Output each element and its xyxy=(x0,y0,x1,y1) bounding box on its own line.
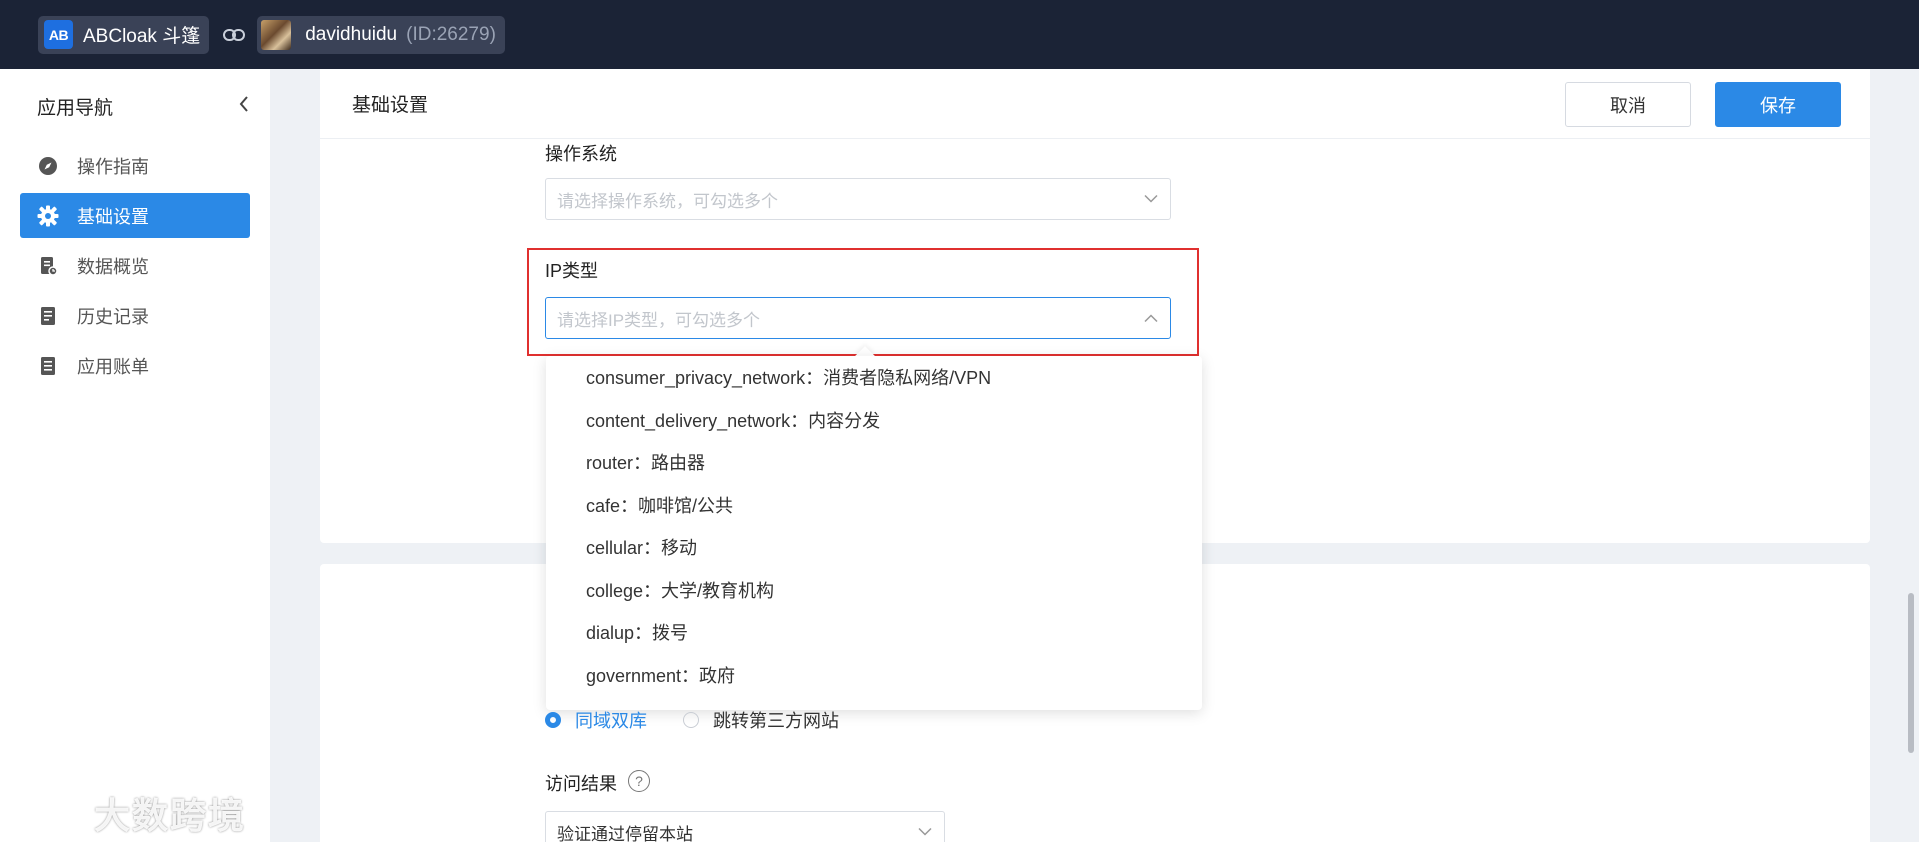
ip-type-dropdown: consumer_privacy_network：消费者隐私网络/VPN con… xyxy=(546,356,1202,710)
sidebar-item-bill[interactable]: 应用账单 xyxy=(20,343,250,388)
collapse-chevron-icon[interactable] xyxy=(238,95,250,118)
compass-icon xyxy=(37,155,59,177)
access-result-value: 验证通过停留本站 xyxy=(557,824,693,842)
sidebar-item-label: 历史记录 xyxy=(77,306,149,327)
ip-type-placeholder: 请选择IP类型，可勾选多个 xyxy=(557,310,761,330)
dropdown-option[interactable]: consumer_privacy_network：消费者隐私网络/VPN xyxy=(546,356,1202,399)
sidebar-header: 应用导航 xyxy=(0,69,270,143)
page-title: 基础设置 xyxy=(352,95,429,116)
access-result-select[interactable]: 验证通过停留本站 xyxy=(545,811,945,842)
app-switcher[interactable]: AB ABCloak 斗篷 xyxy=(38,15,210,54)
chevron-up-icon xyxy=(1144,314,1158,323)
dropdown-option[interactable]: cellular：移动 xyxy=(546,526,1202,569)
mode-radio-group: 同域双库 跳转第三方网站 xyxy=(545,707,839,733)
user-id: (ID:26279) xyxy=(406,23,496,45)
sidebar-item-overview[interactable]: 数据概览 xyxy=(20,243,250,288)
help-icon[interactable]: ? xyxy=(628,770,650,792)
ip-type-select[interactable]: 请选择IP类型，可勾选多个 xyxy=(545,297,1171,339)
watermark: 大数跨境 xyxy=(10,786,246,839)
top-bar: AB ABCloak 斗篷 davidhuidu (ID:26279) xyxy=(0,0,1919,69)
bill-icon xyxy=(37,355,59,377)
cancel-button[interactable]: 取消 xyxy=(1565,82,1691,127)
sidebar-item-label: 基础设置 xyxy=(77,206,149,227)
app-logo: AB xyxy=(44,20,73,49)
history-icon xyxy=(37,305,59,327)
os-placeholder: 请选择操作系统，可勾选多个 xyxy=(557,191,778,211)
user-name: davidhuidu xyxy=(305,23,398,45)
dropdown-option[interactable]: college：大学/教育机构 xyxy=(546,569,1202,612)
gear-icon xyxy=(37,205,59,227)
ip-type-label: IP类型 xyxy=(545,261,599,281)
os-label: 操作系统 xyxy=(545,144,617,164)
dropdown-option[interactable]: router：路由器 xyxy=(546,441,1202,484)
watermark-text: 大数跨境 xyxy=(94,794,247,836)
access-result-label: 访问结果 xyxy=(545,774,617,794)
sidebar-item-history[interactable]: 历史记录 xyxy=(20,293,250,338)
link-icon xyxy=(223,28,246,42)
radio-label-same-domain[interactable]: 同域双库 xyxy=(575,707,647,733)
page-scrollbar[interactable] xyxy=(1908,593,1914,753)
card-header: 基础设置 取消 保存 xyxy=(320,69,1870,139)
sidebar-item-settings[interactable]: 基础设置 xyxy=(20,193,250,238)
watermark-logo-icon xyxy=(10,786,84,839)
radio-same-domain[interactable] xyxy=(545,712,561,728)
sidebar: 应用导航 操作指南 基础设置 数据概览 历史记录 应用账单 xyxy=(0,69,270,842)
dropdown-option[interactable]: dialup：拨号 xyxy=(546,611,1202,654)
dropdown-option[interactable]: cafe：咖啡馆/公共 xyxy=(546,484,1202,527)
sidebar-item-label: 数据概览 xyxy=(77,256,149,277)
save-button[interactable]: 保存 xyxy=(1715,82,1841,127)
radio-label-third-party[interactable]: 跳转第三方网站 xyxy=(713,707,839,733)
chevron-down-icon xyxy=(918,827,932,837)
sidebar-item-label: 应用账单 xyxy=(77,356,149,377)
avatar xyxy=(261,19,292,50)
os-select[interactable]: 请选择操作系统，可勾选多个 xyxy=(545,178,1171,220)
sidebar-item-guide[interactable]: 操作指南 xyxy=(20,143,250,188)
dropdown-option[interactable]: content_delivery_network：内容分发 xyxy=(546,399,1202,442)
app-name: ABCloak 斗篷 xyxy=(83,26,201,47)
sidebar-title: 应用导航 xyxy=(37,97,114,119)
user-chip[interactable]: davidhuidu (ID:26279) xyxy=(257,15,505,54)
sidebar-item-label: 操作指南 xyxy=(77,156,149,177)
report-icon xyxy=(37,255,59,277)
dropdown-option[interactable]: government：政府 xyxy=(546,654,1202,697)
radio-third-party[interactable] xyxy=(683,712,699,728)
chevron-down-icon xyxy=(1144,194,1158,204)
